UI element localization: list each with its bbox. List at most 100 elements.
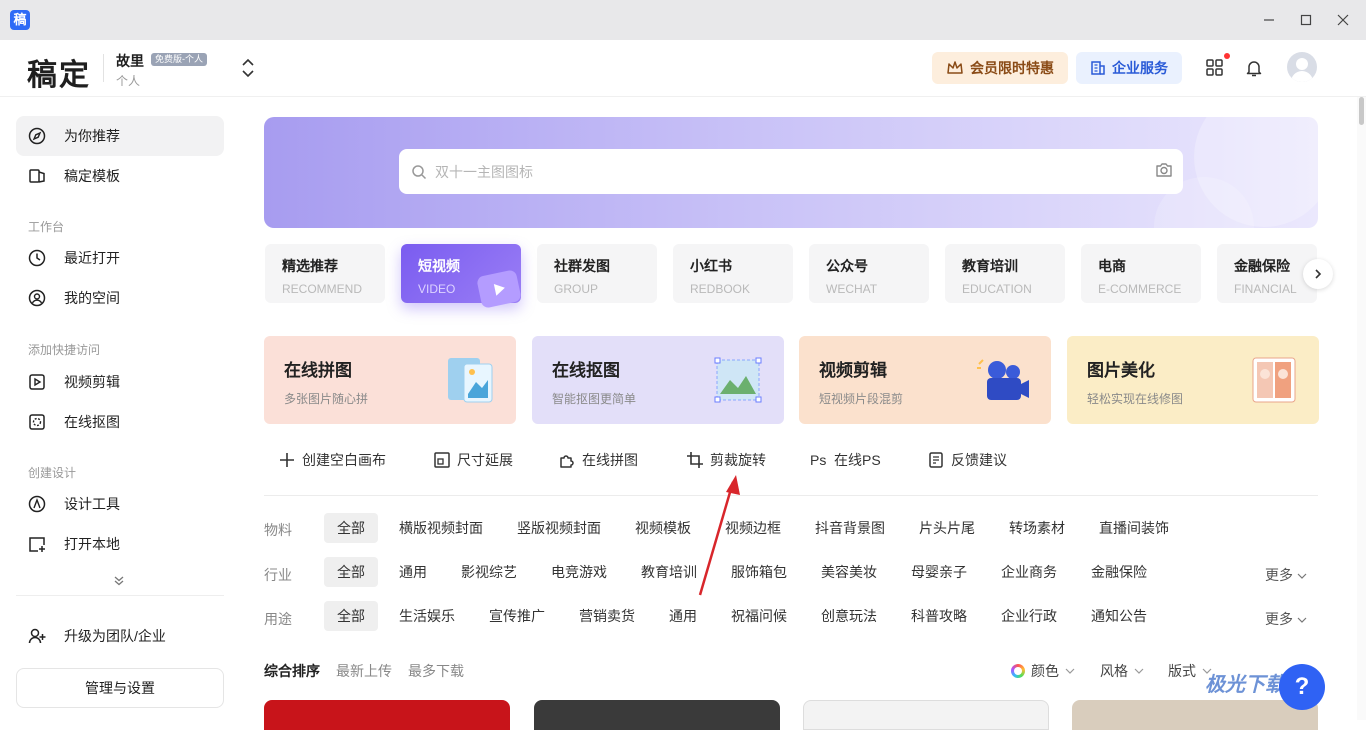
feature-card-video-edit[interactable]: 视频剪辑 短视频片段混剪 <box>799 336 1051 424</box>
filter-chip[interactable]: 母婴亲子 <box>911 557 967 587</box>
tool-online-collage[interactable]: 在线拼图 <box>558 450 638 470</box>
filter-chip[interactable]: 祝福问候 <box>731 601 787 631</box>
filter-chip[interactable]: 影视综艺 <box>461 557 517 587</box>
category-sublabel: GROUP <box>554 282 599 296</box>
filter-chip[interactable]: 片头片尾 <box>919 513 975 543</box>
chevron-double-down-icon[interactable] <box>112 575 126 587</box>
filter-chip[interactable]: 通知公告 <box>1091 601 1147 631</box>
filter-chip[interactable]: 教育培训 <box>641 557 697 587</box>
manage-settings-button[interactable]: 管理与设置 <box>16 668 224 708</box>
style-filter[interactable]: 风格 <box>1100 661 1144 681</box>
filter-chip[interactable]: 横版视频封面 <box>399 513 483 543</box>
switch-account-icon[interactable] <box>240 58 256 78</box>
template-thumbnail[interactable] <box>534 700 780 730</box>
more-usage-button[interactable]: 更多 <box>1265 609 1307 629</box>
cutout-icon <box>29 414 45 430</box>
color-filter[interactable]: 颜色 <box>1011 661 1075 681</box>
filter-chip[interactable]: 金融保险 <box>1091 557 1147 587</box>
brand-logo[interactable]: 稿定 <box>27 50 91 94</box>
filter-label-industry: 行业 <box>264 567 292 583</box>
camera-search-icon[interactable] <box>1155 162 1173 178</box>
ps-icon: Ps <box>810 452 826 468</box>
more-industry-button[interactable]: 更多 <box>1265 565 1307 585</box>
search-icon <box>412 164 427 179</box>
category-education[interactable]: 教育培训 EDUCATION <box>945 244 1065 303</box>
feature-card-cutout[interactable]: 在线抠图 智能抠图更简单 <box>532 336 784 424</box>
search-box[interactable] <box>399 149 1183 194</box>
chevron-right-icon[interactable] <box>1303 259 1333 289</box>
category-recommend[interactable]: 精选推荐 RECOMMEND <box>265 244 385 303</box>
sidebar-item-design-tools[interactable]: 设计工具 <box>16 484 224 524</box>
filter-chip[interactable]: 生活娱乐 <box>399 601 455 631</box>
category-ecommerce[interactable]: 电商 E-COMMERCE <box>1081 244 1201 303</box>
category-video[interactable]: 短视频 VIDEO <box>401 244 522 309</box>
template-thumbnail[interactable] <box>264 700 510 730</box>
maximize-icon[interactable] <box>1297 11 1315 29</box>
apps-grid-icon[interactable] <box>1205 58 1225 78</box>
folder-plus-icon <box>29 537 45 552</box>
tool-create-blank-canvas[interactable]: 创建空白画布 <box>278 450 386 470</box>
sidebar-item-recommend[interactable]: 为你推荐 <box>16 116 224 156</box>
filter-chip[interactable]: 竖版视频封面 <box>517 513 601 543</box>
scrollbar-track[interactable] <box>1357 97 1366 720</box>
filter-chip-selected[interactable]: 全部 <box>324 601 378 631</box>
category-redbook[interactable]: 小红书 REDBOOK <box>673 244 793 303</box>
tool-feedback[interactable]: 反馈建议 <box>927 450 1007 470</box>
help-button[interactable]: ? <box>1279 664 1325 710</box>
layout-filter-label: 版式 <box>1168 663 1196 679</box>
chevron-down-icon <box>1134 668 1144 674</box>
filter-chip[interactable]: 宣传推广 <box>489 601 545 631</box>
filter-chip[interactable]: 企业商务 <box>1001 557 1057 587</box>
sidebar-item-my-space[interactable]: 我的空间 <box>16 278 224 318</box>
filter-chip[interactable]: 企业行政 <box>1001 601 1057 631</box>
hero-banner <box>264 117 1318 228</box>
filter-chip[interactable]: 营销卖货 <box>579 601 635 631</box>
filter-chip[interactable]: 直播间装饰 <box>1099 513 1169 543</box>
sidebar-item-label: 设计工具 <box>64 496 120 512</box>
avatar[interactable] <box>1287 52 1317 82</box>
template-thumbnail[interactable] <box>1072 700 1318 730</box>
sidebar-item-open-local[interactable]: 打开本地 <box>16 524 224 564</box>
user-name[interactable]: 故里 <box>116 51 144 71</box>
search-input[interactable] <box>435 163 1135 180</box>
filter-chip[interactable]: 创意玩法 <box>821 601 877 631</box>
vip-promo-button[interactable]: 会员限时特惠 <box>932 52 1068 84</box>
filter-chip-selected[interactable]: 全部 <box>324 513 378 543</box>
tool-label: 剪裁旋转 <box>710 452 766 468</box>
category-wechat[interactable]: 公众号 WECHAT <box>809 244 929 303</box>
chevron-down-icon <box>1297 573 1307 579</box>
tool-online-ps[interactable]: Ps 在线PS <box>810 450 881 470</box>
filter-chip[interactable]: 转场素材 <box>1009 513 1065 543</box>
feature-card-photo-beautify[interactable]: 图片美化 轻松实现在线修图 <box>1067 336 1319 424</box>
sidebar-item-templates[interactable]: 稿定模板 <box>16 156 224 196</box>
minimize-icon[interactable] <box>1260 11 1278 29</box>
tool-crop-rotate[interactable]: 剪裁旋转 <box>686 450 766 470</box>
sidebar-item-video-edit[interactable]: 视频剪辑 <box>16 362 224 402</box>
sort-most-downloaded[interactable]: 最多下载 <box>408 661 464 681</box>
category-financial[interactable]: 金融保险 FINANCIAL <box>1217 244 1317 303</box>
filter-chip[interactable]: 通用 <box>669 601 697 631</box>
upgrade-team-button[interactable]: 升级为团队/企业 <box>16 616 224 656</box>
filter-chip[interactable]: 视频模板 <box>635 513 691 543</box>
scrollbar-thumb[interactable] <box>1359 97 1364 125</box>
filter-chip[interactable]: 美容美妆 <box>821 557 877 587</box>
close-icon[interactable] <box>1334 11 1352 29</box>
category-label: 电商 <box>1098 258 1126 274</box>
sidebar-item-cutout[interactable]: 在线抠图 <box>16 402 224 442</box>
sidebar-item-label: 最近打开 <box>64 250 120 266</box>
enterprise-service-button[interactable]: 企业服务 <box>1076 52 1182 84</box>
filter-label-usage: 用途 <box>264 611 292 627</box>
sidebar-item-recent[interactable]: 最近打开 <box>16 238 224 278</box>
category-group[interactable]: 社群发图 GROUP <box>537 244 657 303</box>
sort-newest[interactable]: 最新上传 <box>336 661 392 681</box>
filter-chip[interactable]: 科普攻略 <box>911 601 967 631</box>
filter-chip-selected[interactable]: 全部 <box>324 557 378 587</box>
filter-chip[interactable]: 电竞游戏 <box>551 557 607 587</box>
tool-size-extend[interactable]: 尺寸延展 <box>433 450 513 470</box>
feature-card-collage[interactable]: 在线拼图 多张图片随心拼 <box>264 336 516 424</box>
template-thumbnail[interactable] <box>803 700 1049 730</box>
filter-chip[interactable]: 通用 <box>399 557 427 587</box>
sort-comprehensive[interactable]: 综合排序 <box>264 661 320 681</box>
bell-icon[interactable] <box>1244 58 1264 78</box>
filter-chip[interactable]: 抖音背景图 <box>815 513 885 543</box>
